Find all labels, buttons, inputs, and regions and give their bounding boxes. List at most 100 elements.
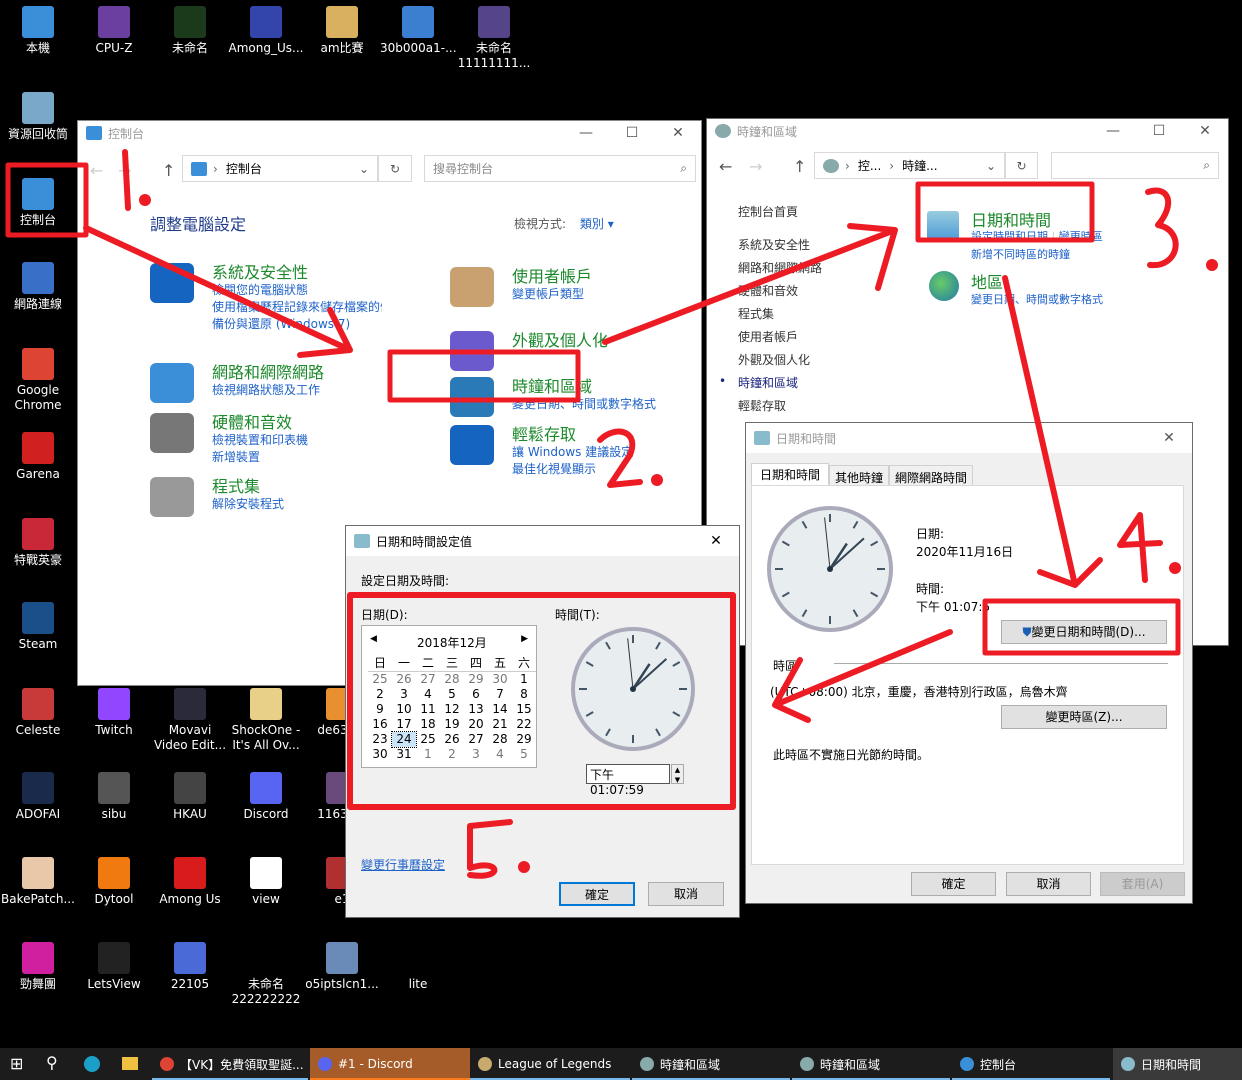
calendar-day[interactable]: 1 — [512, 672, 536, 687]
desktop-icon[interactable]: Celeste — [0, 688, 76, 738]
desktop-icon[interactable]: 本機 — [0, 6, 76, 56]
category-link[interactable]: 解除安裝程式 — [212, 495, 284, 512]
desktop-icon[interactable]: BakePatch... — [0, 857, 76, 907]
calendar-day[interactable]: 10 — [392, 702, 416, 717]
change-timezone-link[interactable]: 變更時區 — [1059, 230, 1103, 243]
desktop-icon[interactable]: am比賽 — [304, 6, 380, 56]
close-button[interactable]: ✕ — [693, 526, 739, 556]
calendar-day[interactable]: 8 — [512, 687, 536, 702]
ok-button[interactable]: 確定 — [559, 882, 635, 906]
calendar-day[interactable]: 28 — [488, 732, 512, 747]
calendar-day[interactable]: 30 — [368, 747, 392, 762]
calendar-day[interactable]: 31 — [392, 747, 416, 762]
calendar-day[interactable]: 29 — [464, 672, 488, 687]
desktop-icon[interactable]: 未命名 — [152, 6, 228, 56]
refresh-button[interactable]: ↻ — [378, 155, 412, 182]
view-by-dropdown[interactable]: 類別 — [580, 217, 604, 231]
breadcrumb-control-panel[interactable]: 控... — [858, 157, 881, 174]
calendar-day[interactable]: 21 — [488, 717, 512, 732]
category-link[interactable]: 最佳化視覺顯示 — [512, 460, 596, 477]
minimize-button[interactable]: — — [563, 121, 609, 145]
search-icon[interactable]: ⌕ — [680, 161, 687, 176]
start-button[interactable]: ⊞ — [10, 1054, 23, 1073]
calendar-day[interactable]: 4 — [416, 687, 440, 702]
region-category-title[interactable]: 地區 — [971, 269, 1003, 293]
next-month-button[interactable]: ▶ — [521, 634, 528, 644]
desktop-icon[interactable]: HKAU — [152, 772, 228, 822]
calendar-day[interactable]: 27 — [464, 732, 488, 747]
calendar-month[interactable]: 2018年12月 — [417, 634, 487, 651]
category-link[interactable]: 新增裝置 — [212, 448, 260, 465]
search-icon[interactable]: ⚲ — [46, 1053, 58, 1072]
calendar-day[interactable]: 23 — [368, 732, 392, 747]
calendar-day[interactable]: 9 — [368, 702, 392, 717]
calendar-day[interactable]: 4 — [488, 747, 512, 762]
category-link[interactable]: 檢視網路狀態及工作 — [212, 381, 320, 398]
nav-link[interactable]: 程式集 — [738, 305, 774, 322]
calendar-day[interactable]: 25 — [416, 732, 440, 747]
nav-link[interactable]: 使用者帳戶 — [738, 328, 798, 345]
search-icon[interactable]: ⌕ — [1203, 158, 1210, 173]
minimize-button[interactable]: — — [1090, 119, 1136, 143]
category-link[interactable]: 檢閱您的電腦狀態 — [212, 281, 308, 298]
desktop-icon[interactable]: ADOFAI — [0, 772, 76, 822]
category-title[interactable]: 輕鬆存取 — [512, 421, 576, 445]
nav-link[interactable]: 外觀及個人化 — [738, 351, 810, 368]
cancel-button[interactable]: 取消 — [1006, 872, 1091, 896]
calendar-day[interactable]: 22 — [512, 717, 536, 732]
calendar-day[interactable]: 27 — [416, 672, 440, 687]
desktop-icon[interactable]: Dytool — [76, 857, 152, 907]
calendar-day[interactable]: 25 — [368, 672, 392, 687]
calendar-settings-link[interactable]: 變更行事曆設定 — [361, 856, 445, 873]
calendar-day[interactable]: 29 — [512, 732, 536, 747]
category-title[interactable]: 時鐘和區域 — [512, 373, 592, 397]
time-spinner[interactable]: ▲ ▼ — [671, 764, 684, 784]
desktop-icon[interactable]: Among_Us... — [228, 6, 304, 56]
maximize-button[interactable]: ☐ — [609, 121, 655, 145]
desktop-icon[interactable]: view — [228, 857, 304, 907]
chevron-down-icon[interactable]: ⌄ — [986, 159, 996, 173]
cancel-button[interactable]: 取消 — [648, 882, 724, 906]
up-icon[interactable]: ↑ — [162, 161, 175, 180]
category-link[interactable]: 使用檔案歷程記錄來儲存檔案的備份副本 — [212, 298, 382, 315]
taskbar-item[interactable]: 時鐘和區域 — [632, 1048, 790, 1080]
desktop-icon[interactable]: Google Chrome — [0, 348, 76, 413]
desktop-icon[interactable]: 未命名 222222222 — [228, 942, 304, 1007]
desktop-icon[interactable]: lite — [380, 942, 456, 992]
add-clocks-link[interactable]: 新增不同時區的時鐘 — [971, 246, 1070, 262]
nav-link[interactable]: 系統及安全性 — [738, 236, 810, 253]
desktop-icon[interactable]: 網路連線 — [0, 262, 76, 312]
set-time-date-link[interactable]: 設定時間和日期 — [971, 230, 1048, 243]
taskbar-item[interactable]: 【VK】免費領取聖誕... — [152, 1048, 308, 1080]
desktop-icon[interactable]: Garena — [0, 432, 76, 482]
calendar-day[interactable]: 13 — [464, 702, 488, 717]
calendar-day[interactable]: 19 — [440, 717, 464, 732]
category-title[interactable]: 使用者帳戶 — [512, 263, 592, 287]
calendar-day[interactable]: 12 — [440, 702, 464, 717]
breadcrumb[interactable]: 控制台 — [226, 160, 262, 177]
desktop-icon[interactable]: 22105 — [152, 942, 228, 992]
category-title[interactable]: 硬體和音效 — [212, 409, 292, 433]
category-title[interactable]: 外觀及個人化 — [512, 327, 608, 351]
calendar-day[interactable]: 2 — [368, 687, 392, 702]
desktop-icon[interactable]: 特戰英豪 — [0, 518, 76, 568]
calendar-day[interactable]: 20 — [464, 717, 488, 732]
calendar-day[interactable]: 3 — [392, 687, 416, 702]
desktop-icon[interactable]: Steam — [0, 602, 76, 652]
desktop-icon[interactable]: 控制台 — [0, 178, 76, 228]
file-explorer-icon[interactable] — [122, 1057, 138, 1070]
desktop-icon[interactable]: 30b000a1-... — [380, 6, 457, 56]
desktop-icon[interactable]: Twitch — [76, 688, 152, 738]
taskbar-item[interactable]: 控制台 — [952, 1048, 1110, 1080]
calendar-day[interactable]: 18 — [416, 717, 440, 732]
maximize-button[interactable]: ☐ — [1136, 119, 1182, 143]
desktop-icon[interactable]: ShockOne - It's All Ov... — [228, 688, 304, 753]
close-button[interactable]: ✕ — [655, 121, 701, 145]
chevron-down-icon[interactable]: ⌄ — [359, 162, 369, 176]
calendar-day[interactable]: 15 — [512, 702, 536, 717]
calendar-day[interactable]: 2 — [440, 747, 464, 762]
desktop-icon[interactable]: o5iptslcn1... — [304, 942, 380, 992]
calendar-day[interactable]: 26 — [440, 732, 464, 747]
calendar-day[interactable]: 1 — [416, 747, 440, 762]
desktop-icon[interactable]: sibu — [76, 772, 152, 822]
